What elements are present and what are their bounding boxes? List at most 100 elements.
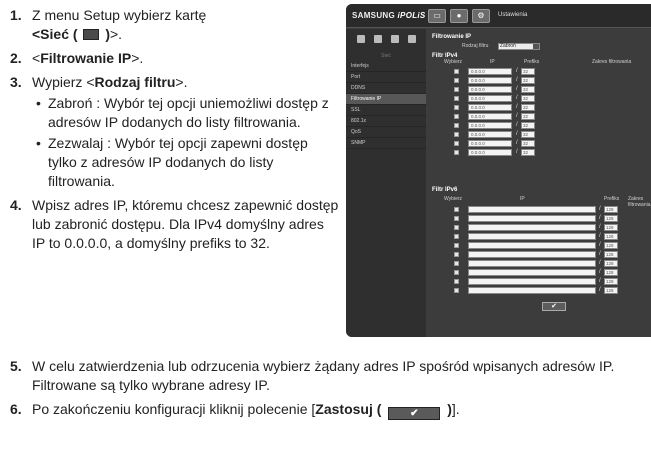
ipv4-use-checkbox[interactable]: [454, 78, 459, 83]
ipv6-address-input[interactable]: [468, 251, 596, 258]
ipv6-address-input[interactable]: [468, 287, 596, 294]
ipv6-prefix-input[interactable]: 128: [604, 251, 618, 258]
monitor-icon[interactable]: ▭: [428, 9, 446, 23]
ipv4-use-checkbox[interactable]: [454, 141, 459, 146]
ipv6-address-input[interactable]: [468, 215, 596, 222]
system-category-icon[interactable]: [407, 35, 416, 43]
ipv6-row: /128: [432, 206, 651, 215]
ipv4-prefix-input[interactable]: 32: [521, 122, 535, 129]
step-5: 5. W celu zatwierdzenia lub odrzucenia w…: [10, 357, 650, 395]
ipv6-address-input[interactable]: [468, 233, 596, 240]
ipv6-prefix-input[interactable]: 128: [604, 206, 618, 213]
ipv4-use-checkbox[interactable]: [454, 114, 459, 119]
ipv4-address-input[interactable]: 0.0.0.0: [468, 86, 512, 93]
ipv4-address-input[interactable]: 0.0.0.0: [468, 68, 512, 75]
ipv4-address-input[interactable]: 0.0.0.0: [468, 149, 512, 156]
ipv4-row: 0.0.0.0 /32: [432, 86, 651, 95]
prefix-separator: /: [599, 251, 601, 257]
sidebar-item[interactable]: Port: [346, 72, 426, 83]
ipv6-address-input[interactable]: [468, 260, 596, 267]
ipv4-prefix-input[interactable]: 32: [521, 86, 535, 93]
step-4: 4. Wpisz adres IP, któremu chcesz zapewn…: [10, 196, 340, 253]
sidebar-heading: Sieć: [381, 53, 391, 59]
ipv6-use-checkbox[interactable]: [454, 288, 459, 293]
ipv4-prefix-input[interactable]: 32: [521, 131, 535, 138]
ipv4-address-input[interactable]: 0.0.0.0: [468, 113, 512, 120]
ipv4-row: 0.0.0.0 /32: [432, 149, 651, 158]
ipv4-address-input[interactable]: 0.0.0.0: [468, 122, 512, 129]
event-category-icon[interactable]: [390, 35, 399, 43]
ipv4-row: 0.0.0.0 /32: [432, 113, 651, 122]
ipv6-address-input[interactable]: [468, 206, 596, 213]
sidebar-item[interactable]: Interfejs: [346, 61, 426, 72]
ipv6-use-checkbox[interactable]: [454, 261, 459, 266]
video-category-icon[interactable]: [356, 35, 365, 43]
ipv4-use-checkbox[interactable]: [454, 105, 459, 110]
setup-sidebar: Sieć Interfejs Port DDNS Filtrowanie IP SSL 8…: [346, 29, 426, 337]
sidebar-item[interactable]: QoS: [346, 127, 426, 138]
ipv4-address-input[interactable]: 0.0.0.0: [468, 95, 512, 102]
ipv4-prefix-input[interactable]: 32: [521, 77, 535, 84]
ipv4-use-checkbox[interactable]: [454, 96, 459, 101]
filter-type-select[interactable]: Zabroń: [498, 43, 540, 50]
ipv6-use-checkbox[interactable]: [454, 216, 459, 221]
ipv6-prefix-input[interactable]: 128: [604, 215, 618, 222]
ipv6-prefix-input[interactable]: 128: [604, 224, 618, 231]
ipv6-use-checkbox[interactable]: [454, 252, 459, 257]
setup-gear-icon[interactable]: ⚙: [472, 9, 490, 23]
prefix-separator: /: [516, 104, 518, 110]
playback-icon[interactable]: ●: [450, 9, 468, 23]
sidebar-item[interactable]: SSL: [346, 105, 426, 116]
ipv6-prefix-input[interactable]: 128: [604, 278, 618, 285]
col-ip: IP: [520, 196, 525, 202]
apply-button[interactable]: ✔: [542, 302, 566, 311]
ipv6-prefix-input[interactable]: 128: [604, 260, 618, 267]
ipv6-prefix-input[interactable]: 128: [604, 269, 618, 276]
ipv6-address-input[interactable]: [468, 242, 596, 249]
ipv6-use-checkbox[interactable]: [454, 270, 459, 275]
ipv6-prefix-input[interactable]: 128: [604, 233, 618, 240]
prefix-separator: /: [599, 278, 601, 284]
ipv6-prefix-input[interactable]: 128: [604, 242, 618, 249]
ipv4-address-input[interactable]: 0.0.0.0: [468, 140, 512, 147]
prefix-separator: /: [516, 86, 518, 92]
ipv4-prefix-input[interactable]: 32: [521, 113, 535, 120]
ipv6-row: /128: [432, 224, 651, 233]
ipv4-use-checkbox[interactable]: [454, 123, 459, 128]
ipv6-row: /128: [432, 242, 651, 251]
ipv6-address-input[interactable]: [468, 269, 596, 276]
ipv6-use-checkbox[interactable]: [454, 207, 459, 212]
ipv4-address-input[interactable]: 0.0.0.0: [468, 77, 512, 84]
sidebar-item[interactable]: SNMP: [346, 138, 426, 149]
ipv4-use-checkbox[interactable]: [454, 87, 459, 92]
sidebar-item[interactable]: Filtrowanie IP: [346, 94, 426, 105]
ipv4-use-checkbox[interactable]: [454, 69, 459, 74]
ipv6-use-checkbox[interactable]: [454, 234, 459, 239]
ipv6-address-input[interactable]: [468, 224, 596, 231]
ipv6-prefix-input[interactable]: 128: [604, 287, 618, 294]
ipv4-prefix-input[interactable]: 32: [521, 95, 535, 102]
ipv4-prefix-input[interactable]: 32: [521, 149, 535, 156]
step-number: 2.: [10, 50, 22, 66]
ipv6-use-checkbox[interactable]: [454, 225, 459, 230]
ip-filter-screenshot: SAMSUNG iPOLiS ▭ ● ⚙ Ustawienia Sieć Int…: [346, 4, 651, 337]
ipv4-address-input[interactable]: 0.0.0.0: [468, 131, 512, 138]
prefix-separator: /: [599, 215, 601, 221]
ipv6-row: /128: [432, 251, 651, 260]
ipv6-use-checkbox[interactable]: [454, 243, 459, 248]
sidebar-item[interactable]: DDNS: [346, 83, 426, 94]
ipv6-use-checkbox[interactable]: [454, 279, 459, 284]
ipv4-use-checkbox[interactable]: [454, 132, 459, 137]
prefix-separator: /: [599, 242, 601, 248]
step-number: 5.: [10, 358, 22, 374]
col-address: Zakres filtrowania: [592, 59, 632, 65]
network-category-icon[interactable]: [373, 35, 382, 43]
ipv4-prefix-input[interactable]: 32: [521, 140, 535, 147]
ipv4-address-input[interactable]: 0.0.0.0: [468, 104, 512, 111]
ipv4-prefix-input[interactable]: 32: [521, 104, 535, 111]
ipv4-prefix-input[interactable]: 32: [521, 68, 535, 75]
sidebar-item[interactable]: 802.1x: [346, 116, 426, 127]
ipv4-use-checkbox[interactable]: [454, 150, 459, 155]
ipv6-row: /128: [432, 233, 651, 242]
ipv6-address-input[interactable]: [468, 278, 596, 285]
